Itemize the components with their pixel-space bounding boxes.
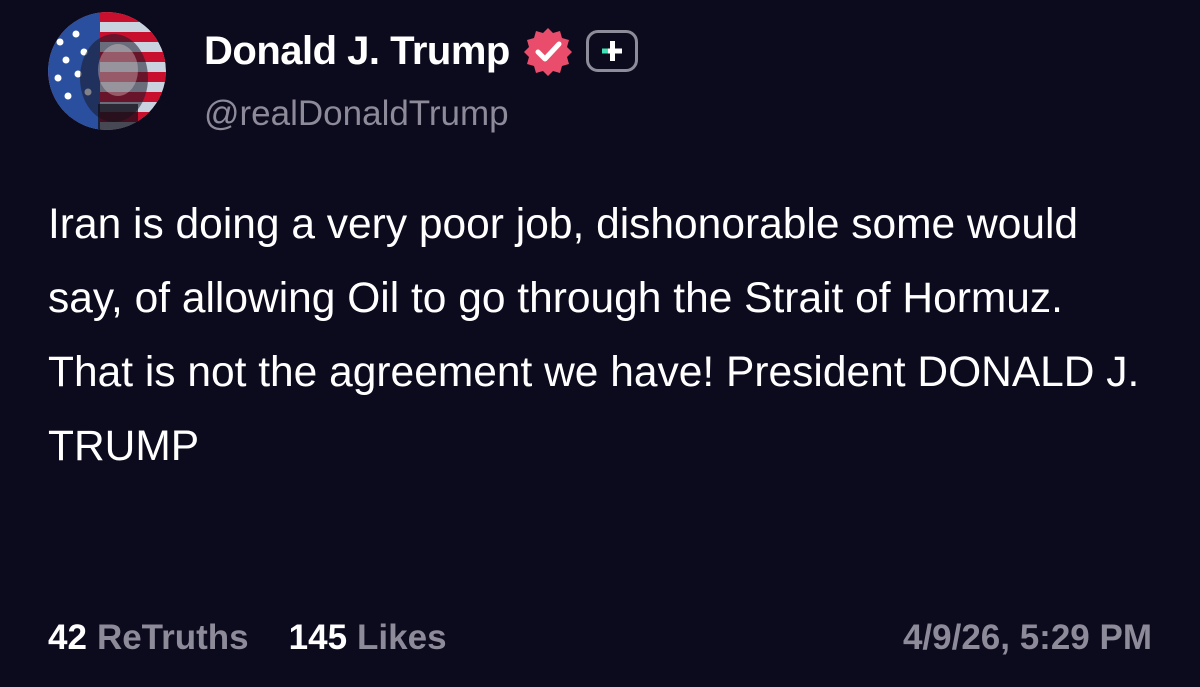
likes-count: 145 <box>288 618 348 657</box>
author-identity: Donald J. Trump @realDonaldTrump <box>204 26 638 134</box>
retruths-count: 42 <box>48 618 87 657</box>
author-display-name[interactable]: Donald J. Trump <box>204 29 510 74</box>
retruths-label: ReTruths <box>96 618 249 657</box>
flag-portrait-avatar-icon <box>48 12 166 130</box>
post-text: Iran is doing a very poor job, dishonora… <box>48 201 1140 470</box>
plus-badge-button[interactable] <box>585 30 638 72</box>
likes-label: Likes <box>357 618 447 657</box>
likes-stat[interactable]: 145 Likes <box>289 618 447 658</box>
post-header: Donald J. Trump @realDonaldTrump <box>48 12 638 134</box>
truth-post: Donald J. Trump @realDonaldTrump Iran is… <box>0 0 1200 687</box>
name-row: Donald J. Trump <box>204 26 638 76</box>
avatar[interactable] <box>48 12 166 130</box>
author-handle[interactable]: @realDonaldTrump <box>204 94 638 134</box>
verified-badge-icon <box>522 25 574 77</box>
retruths-stat[interactable]: 42 ReTruths <box>48 618 249 658</box>
post-timestamp[interactable]: 4/9/26, 5:29 PM <box>903 618 1152 658</box>
plus-icon <box>601 41 622 61</box>
post-footer: 42 ReTruths 145 Likes 4/9/26, 5:29 PM <box>48 612 1152 664</box>
